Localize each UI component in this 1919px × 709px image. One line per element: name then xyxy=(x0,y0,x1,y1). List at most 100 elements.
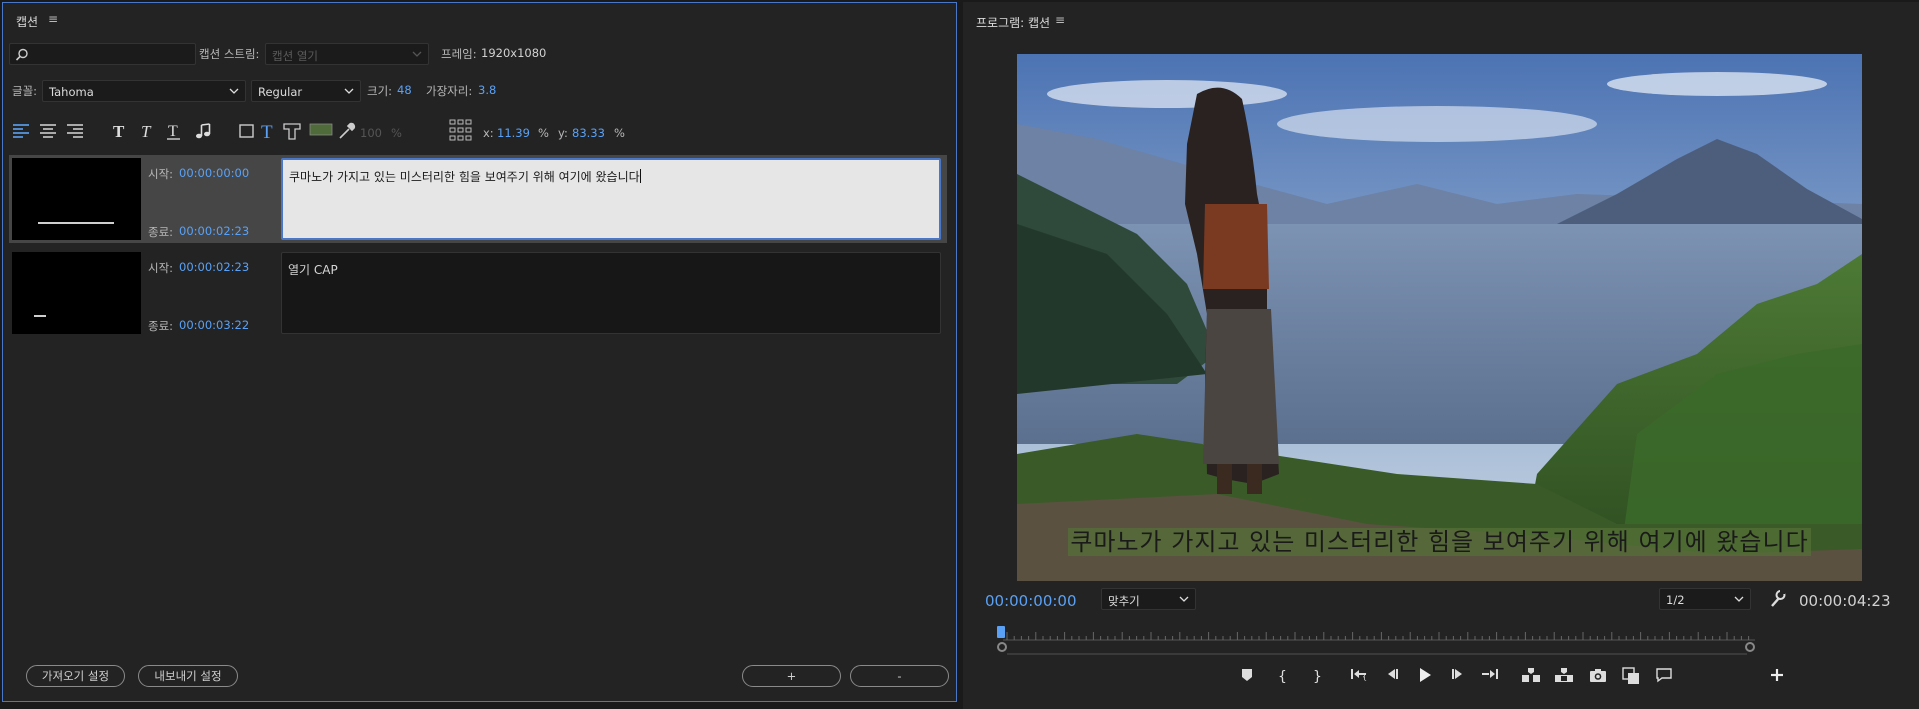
bold-icon[interactable]: T xyxy=(110,121,130,141)
subtitle-overlay: 쿠마노가 가지고 있는 미스터리한 힘을 보여주기 위해 여기에 왔습니다 xyxy=(1017,522,1862,557)
x-value[interactable]: 11.39 xyxy=(497,126,530,140)
svg-text:{: { xyxy=(1362,672,1367,681)
underline-icon[interactable]: T xyxy=(164,121,184,141)
font-value: Tahoma xyxy=(49,85,94,99)
wrench-icon[interactable] xyxy=(1768,589,1786,609)
font-style-value: Regular xyxy=(258,85,303,99)
svg-text:T: T xyxy=(168,123,178,140)
align-right-icon[interactable] xyxy=(65,121,85,141)
chevron-down-icon xyxy=(412,51,422,57)
caption-thumbnail xyxy=(12,252,141,334)
frame-value: 1920x1080 xyxy=(481,46,547,60)
font-dropdown[interactable]: Tahoma xyxy=(42,80,246,102)
start-label: 시작: xyxy=(148,167,174,181)
end-timecode[interactable]: 00:00:03:22 xyxy=(179,318,249,332)
color-swatch[interactable] xyxy=(309,121,333,141)
out-point-handle[interactable] xyxy=(1745,642,1755,652)
step-back-icon[interactable] xyxy=(1381,667,1403,689)
end-label: 종료: xyxy=(148,319,174,333)
scroll-bar[interactable] xyxy=(1007,653,1747,655)
mark-in-icon[interactable]: { xyxy=(1271,667,1293,689)
fit-value: 맞추기 xyxy=(1108,594,1140,608)
duration-timecode: 00:00:04:23 xyxy=(1799,592,1891,610)
svg-text:T: T xyxy=(261,122,273,141)
comparison-view-icon[interactable] xyxy=(1620,667,1642,689)
caption-text: 쿠마노가 가지고 있는 미스터리한 힘을 보여주기 위해 여기에 왔습니다 xyxy=(289,170,640,184)
size-value[interactable]: 48 xyxy=(397,83,412,97)
italic-icon[interactable]: T xyxy=(137,121,157,141)
subtitle-text: 쿠마노가 가지고 있는 미스터리한 힘을 보여주기 위해 여기에 왔습니다 xyxy=(1068,528,1811,556)
resolution-value: 1/2 xyxy=(1666,593,1685,607)
y-percent: % xyxy=(614,126,625,140)
playhead[interactable] xyxy=(997,626,1005,638)
frame-label: 프레임: xyxy=(441,47,477,61)
captions-panel-title: 캡션 xyxy=(16,15,39,29)
start-label: 시작: xyxy=(148,261,174,275)
captions-panel: 캡션 ≡ 캡션 스트림: 캡션 열기 프레임: 1920x1080 글꼴: Ta… xyxy=(2,2,957,702)
current-timecode[interactable]: 00:00:00:00 xyxy=(985,592,1077,610)
timeline-ruler[interactable] xyxy=(1003,626,1757,644)
panel-menu-icon[interactable]: ≡ xyxy=(48,12,58,26)
search-input[interactable] xyxy=(9,43,196,65)
svg-text:T: T xyxy=(141,122,152,141)
y-value[interactable]: 83.33 xyxy=(572,126,605,140)
edge-label: 가장자리: xyxy=(426,84,473,98)
start-timecode[interactable]: 00:00:02:23 xyxy=(179,260,249,274)
insert-icon[interactable] xyxy=(1520,667,1542,689)
caption-text-editor[interactable]: 쿠마노가 가지고 있는 미스터리한 힘을 보여주기 위해 여기에 왔습니다 xyxy=(281,158,941,240)
caption-stream-value: 캡션 열기 xyxy=(272,49,318,63)
svg-text:}: } xyxy=(1313,669,1322,685)
align-left-icon[interactable] xyxy=(11,121,31,141)
landscape-image xyxy=(1017,54,1862,581)
program-monitor-title: 프로그램: 캡션 xyxy=(976,16,1051,30)
x-label: x: xyxy=(483,126,494,140)
music-note-icon[interactable] xyxy=(193,121,213,141)
opacity-percent: % xyxy=(391,126,402,140)
edge-value[interactable]: 3.8 xyxy=(478,83,496,97)
resolution-dropdown[interactable]: 1/2 xyxy=(1659,588,1751,610)
font-style-dropdown[interactable]: Regular xyxy=(251,80,361,102)
video-preview[interactable]: 쿠마노가 가지고 있는 미스터리한 힘을 보여주기 위해 여기에 왔습니다 xyxy=(1017,54,1862,581)
add-caption-button[interactable]: + xyxy=(742,665,841,687)
background-box-icon[interactable] xyxy=(237,121,257,141)
chevron-down-icon xyxy=(1734,596,1744,602)
text-cursor xyxy=(639,169,641,183)
svg-text:T: T xyxy=(113,122,125,141)
caption-text: 열기 CAP xyxy=(288,263,338,277)
go-to-in-icon[interactable]: { xyxy=(1348,667,1370,689)
size-label: 크기: xyxy=(367,84,393,98)
overwrite-icon[interactable] xyxy=(1553,667,1575,689)
in-point-handle[interactable] xyxy=(997,642,1007,652)
go-to-out-icon[interactable] xyxy=(1479,667,1501,689)
add-marker-icon[interactable] xyxy=(1236,667,1258,689)
comment-icon[interactable] xyxy=(1653,667,1675,689)
text-color-icon[interactable]: T xyxy=(259,121,279,141)
chevron-down-icon xyxy=(344,88,354,94)
add-button-icon[interactable] xyxy=(1766,667,1788,689)
import-settings-button[interactable]: 가져오기 설정 xyxy=(26,665,125,687)
svg-text:{: { xyxy=(1278,669,1287,685)
fit-dropdown[interactable]: 맞추기 xyxy=(1101,588,1196,610)
align-center-icon[interactable] xyxy=(38,121,58,141)
play-icon[interactable] xyxy=(1414,667,1436,689)
caption-text-editor[interactable]: 열기 CAP xyxy=(281,252,941,334)
mark-out-icon[interactable]: } xyxy=(1306,667,1328,689)
chevron-down-icon xyxy=(1179,596,1189,602)
caption-stream-label: 캡션 스트림: xyxy=(199,47,260,61)
caption-list-item[interactable]: 시작: 00:00:02:23 종료: 00:00:03:22 열기 CAP xyxy=(9,249,947,337)
remove-caption-button[interactable]: - xyxy=(850,665,949,687)
y-label: y: xyxy=(558,126,568,140)
end-label: 종료: xyxy=(148,225,174,239)
camera-icon[interactable] xyxy=(1587,667,1609,689)
step-forward-icon[interactable] xyxy=(1447,667,1469,689)
eyedropper-icon[interactable] xyxy=(337,121,357,141)
font-label: 글꼴: xyxy=(12,84,38,98)
export-settings-button[interactable]: 내보내기 설정 xyxy=(138,665,238,687)
end-timecode[interactable]: 00:00:02:23 xyxy=(179,224,249,238)
start-timecode[interactable]: 00:00:00:00 xyxy=(179,166,249,180)
chevron-down-icon xyxy=(229,88,239,94)
caption-list-item[interactable]: 시작: 00:00:00:00 종료: 00:00:02:23 쿠마노가 가지고… xyxy=(9,155,947,243)
position-grid-icon[interactable] xyxy=(449,119,473,143)
panel-menu-icon[interactable]: ≡ xyxy=(1055,13,1065,27)
text-outline-icon[interactable] xyxy=(282,121,302,141)
